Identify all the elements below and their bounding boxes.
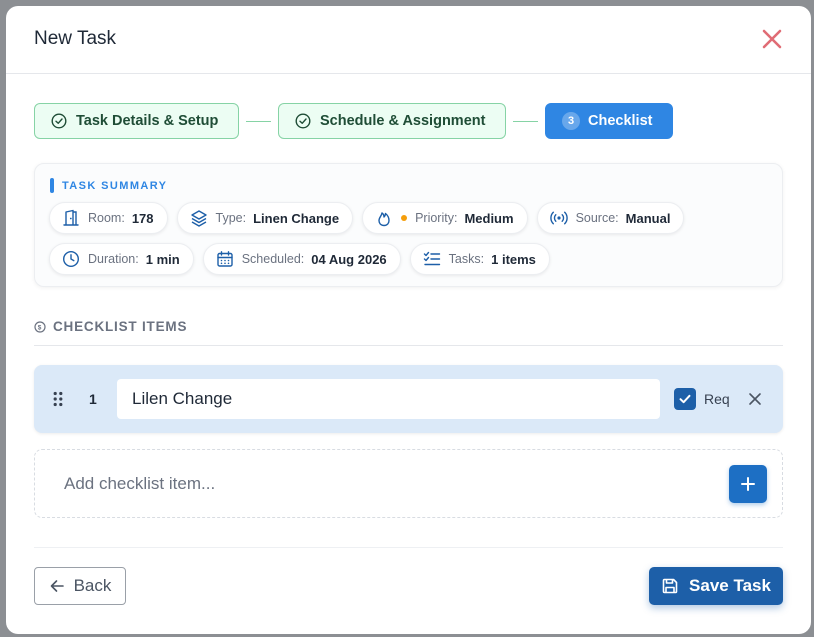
checklist-title: CHECKLIST ITEMS [53,319,188,334]
close-icon[interactable] [759,26,785,52]
source-chip: Source: Manual [536,202,685,234]
plus-icon [741,477,755,491]
type-label: Type: [215,211,247,225]
accent-bar [50,178,54,193]
back-button[interactable]: Back [34,567,126,605]
type-value: Linen Change [253,210,340,226]
step-label: Task Details & Setup [76,113,219,129]
step-connector [246,120,271,122]
svg-text:$: $ [38,324,42,331]
step-connector [513,120,538,122]
checklist-section-title: $ CHECKLIST ITEMS [34,319,187,334]
step-checklist[interactable]: 3 Checklist [545,103,673,139]
check-circle-icon [295,113,311,129]
broadcast-icon [549,211,568,225]
required-label: Req [704,391,730,407]
scheduled-value: 04 Aug 2026 [311,251,387,267]
checklist-item-input[interactable] [117,379,660,419]
step-label: Schedule & Assignment [320,113,486,129]
add-item-button[interactable] [729,465,767,503]
new-task-dialog: New Task Task Details & Setup Schedule &… [6,6,811,634]
dialog-title: New Task [34,28,117,49]
add-checklist-item-row [34,449,783,518]
required-checkbox[interactable] [674,388,696,410]
task-summary-card: TASK SUMMARY Room: 178 Type: Linen Chang… [34,163,783,287]
layers-icon [190,210,207,227]
item-number: 1 [89,391,97,407]
checklist-item-row: 1 Req [34,365,783,433]
room-value: 178 [131,210,154,226]
back-label: Back [73,576,112,595]
source-value: Manual [625,210,671,226]
checklist-icon [423,251,440,266]
priority-chip: Priority: Medium [362,202,528,234]
save-task-button[interactable]: Save Task [649,567,783,605]
duration-chip: Duration: 1 min [49,243,194,275]
room-label: Room: [88,211,125,225]
drag-handle-icon[interactable] [53,391,63,407]
summary-title: TASK SUMMARY [62,179,168,192]
step-schedule-assignment[interactable]: Schedule & Assignment [278,103,506,139]
scheduled-chip: Scheduled: 04 Aug 2026 [202,243,401,275]
summary-chips-row-2: Duration: 1 min Scheduled: 04 Aug 2026 T… [49,243,559,275]
checkmark-icon [679,394,691,404]
type-chip: Type: Linen Change [176,202,354,234]
summary-heading: TASK SUMMARY [50,178,167,193]
footer-divider [34,547,783,548]
save-icon [662,578,678,594]
duration-value: 1 min [145,251,180,267]
tasks-chip: Tasks: 1 items [409,243,550,275]
priority-value: Medium [464,210,514,226]
door-icon [63,209,79,226]
dollar-circle-icon: $ [34,320,46,333]
priority-label: Priority: [415,211,458,225]
clock-icon [62,250,80,268]
section-divider [34,345,783,346]
flame-icon [378,212,390,227]
tasks-label: Tasks: [448,252,485,266]
stepper: Task Details & Setup Schedule & Assignme… [34,103,673,139]
step-number: 3 [562,112,580,130]
remove-item-icon[interactable] [747,391,763,407]
calendar-icon [217,251,233,267]
step-label: Checklist [588,113,653,129]
add-checklist-item-input[interactable] [49,464,699,504]
scheduled-label: Scheduled: [241,252,305,266]
step-task-details[interactable]: Task Details & Setup [34,103,239,139]
arrow-left-icon [50,580,64,592]
tasks-value: 1 items [491,251,536,267]
source-label: Source: [575,211,619,225]
dialog-header: New Task [6,6,811,74]
save-label: Save Task [689,576,771,595]
room-chip: Room: 178 [49,202,168,234]
duration-label: Duration: [88,252,139,266]
summary-chips-row-1: Room: 178 Type: Linen Change Priority: M… [49,202,693,234]
priority-dot [401,215,408,221]
check-circle-icon [51,113,67,129]
